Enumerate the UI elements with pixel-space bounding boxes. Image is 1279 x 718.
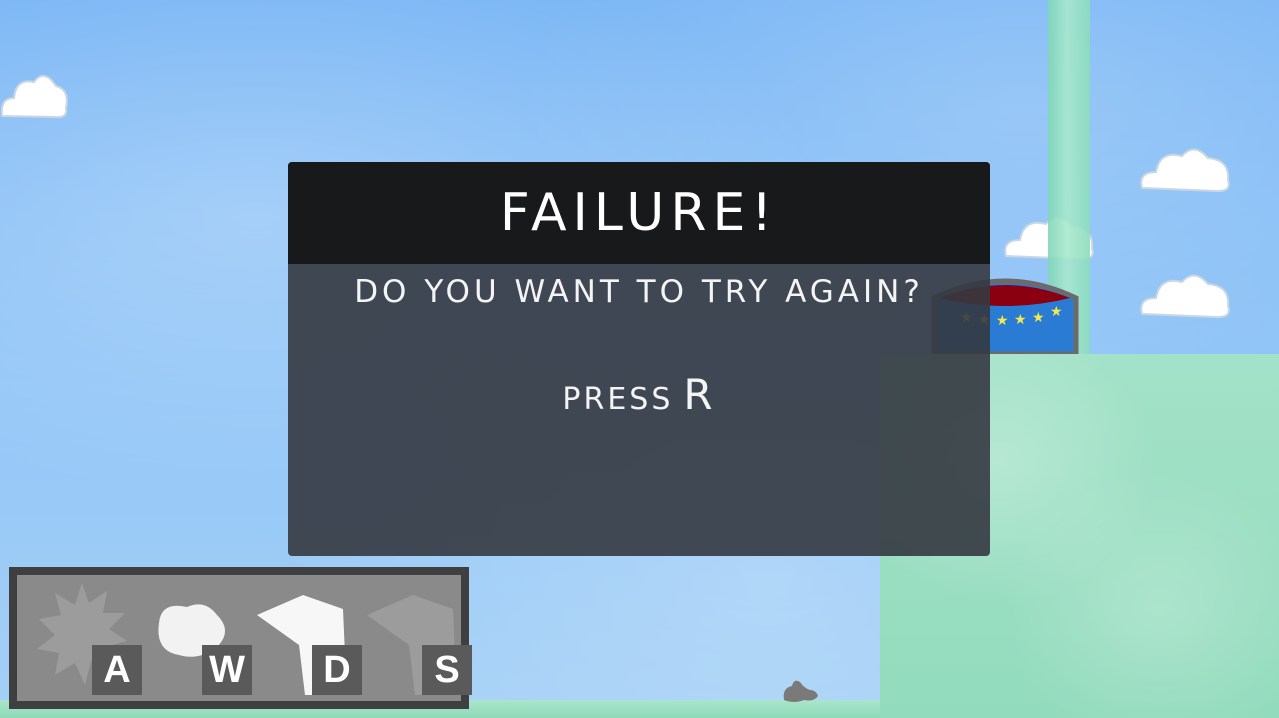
control-d[interactable]: D: [247, 575, 362, 701]
controls-inner: A W D S: [17, 575, 472, 701]
cloud-icon: [1140, 148, 1230, 193]
critter-icon: [783, 680, 818, 702]
press-r-prompt: PRESS R: [288, 370, 990, 419]
svg-text:★: ★: [1032, 310, 1045, 326]
cloud-icon: [0, 75, 68, 119]
key-label-s: S: [422, 645, 472, 695]
failure-dialog: FAILURE! DO YOU WANT TO TRY AGAIN? PRESS…: [288, 162, 990, 556]
svg-text:★: ★: [996, 313, 1009, 329]
control-s[interactable]: S: [357, 575, 472, 701]
dialog-header: FAILURE!: [288, 162, 990, 264]
control-w[interactable]: W: [137, 575, 252, 701]
press-word: PRESS: [562, 382, 674, 417]
svg-text:★: ★: [1014, 312, 1027, 328]
press-key: R: [683, 370, 716, 419]
controls-panel: A W D S: [9, 567, 472, 709]
cloud-icon: [1140, 274, 1230, 319]
key-label-w: W: [202, 645, 252, 695]
svg-text:★: ★: [1050, 304, 1063, 320]
key-label-a: A: [92, 645, 142, 695]
key-label-d: D: [312, 645, 362, 695]
control-a[interactable]: A: [27, 575, 142, 701]
dialog-title: FAILURE!: [499, 183, 779, 243]
retry-question: DO YOU WANT TO TRY AGAIN?: [354, 274, 924, 310]
